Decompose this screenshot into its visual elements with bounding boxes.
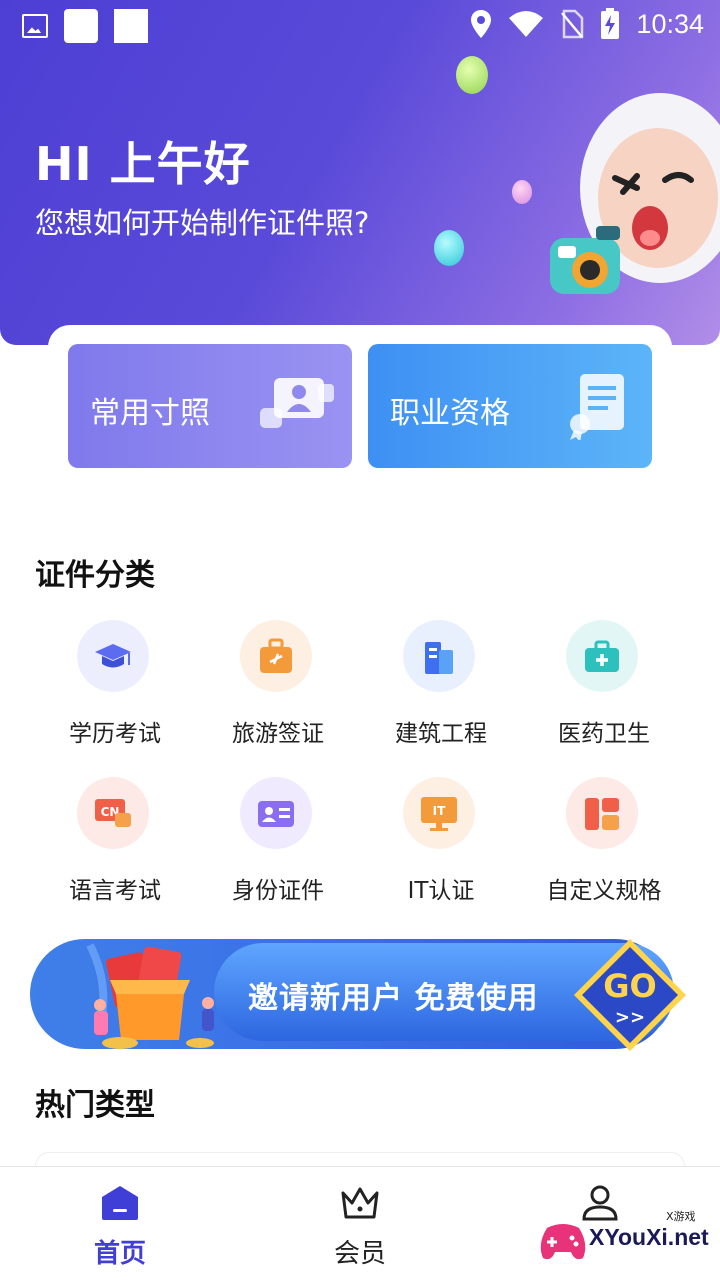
no-sim-icon [561, 9, 584, 39]
common-size-photo-card[interactable]: 常用寸照 [68, 344, 352, 468]
banner-text: 邀请新用户 免费使用 [248, 981, 539, 1016]
category-medical[interactable]: 医药卫生 [534, 620, 674, 748]
building-icon [425, 642, 453, 674]
travel-bag-icon [260, 638, 292, 673]
language-cn-icon: CN [95, 799, 131, 827]
app-notification-icon [64, 9, 98, 43]
category-label: 身份证件 [232, 878, 324, 904]
nav-label: 会员 [333, 1239, 386, 1269]
nav-home[interactable]: 首页 [60, 1185, 180, 1270]
category-label: 建筑工程 [395, 721, 487, 747]
decor-bubble-green [456, 56, 488, 94]
go-label: GO [603, 967, 656, 1005]
category-travel-visa[interactable]: 旅游签证 [208, 620, 348, 748]
hot-section-title: 热门类型 [35, 1088, 155, 1123]
bottom-nav: 首页 会员 XYouXi.net X游戏 [0, 1166, 720, 1280]
graduation-cap-icon [95, 644, 131, 668]
wifi-icon [509, 11, 544, 37]
it-monitor-icon: IT [421, 797, 457, 831]
decor-bubble-pink [512, 180, 532, 204]
category-construction[interactable]: 建筑工程 [371, 620, 511, 748]
home-icon [102, 1186, 138, 1220]
app-notification-icon-2 [114, 9, 148, 43]
nav-label: 首页 [93, 1239, 146, 1269]
category-education-exam[interactable]: 学历考试 [45, 620, 185, 748]
decor-bubble-cyan [434, 230, 464, 266]
header-banner: HI 上午好 您想如何开始制作证件照? [0, 0, 720, 345]
mascot-astronaut-icon [550, 93, 720, 294]
portrait-photo-icon [260, 378, 334, 428]
id-card-icon [258, 801, 294, 827]
category-language-exam[interactable]: CN 语言考试 [45, 777, 185, 905]
status-time: 10:34 [636, 8, 704, 39]
gift-box-illustration-icon [86, 943, 214, 1049]
status-bar: 10:34 [0, 0, 720, 50]
greeting-title: HI 上午好 [35, 137, 251, 191]
category-section-title: 证件分类 [35, 558, 155, 593]
watermark-text: XYouXi.net [589, 1224, 709, 1250]
category-label: 学历考试 [69, 721, 161, 747]
card-label: 常用寸照 [90, 396, 210, 431]
category-label: IT认证 [407, 878, 475, 904]
certificate-icon [570, 374, 624, 440]
nav-membership[interactable]: 会员 [300, 1185, 420, 1270]
gamepad-logo-icon [540, 1224, 586, 1260]
professional-qualification-card[interactable]: 职业资格 [368, 344, 652, 468]
greeting-subtitle: 您想如何开始制作证件照? [35, 206, 370, 240]
go-arrows: >> [615, 1007, 645, 1028]
crown-icon [341, 1187, 379, 1219]
category-label: 医药卫生 [558, 721, 650, 747]
medical-kit-icon [585, 640, 619, 672]
category-label: 旅游签证 [232, 721, 324, 747]
gallery-notification-icon [22, 14, 48, 38]
location-icon [471, 10, 492, 38]
category-label: 自定义规格 [546, 878, 662, 904]
svg-text:IT: IT [433, 804, 446, 818]
category-it-certification[interactable]: IT IT认证 [371, 777, 511, 905]
invite-banner[interactable]: 邀请新用户 免费使用 GO >> [30, 925, 690, 1055]
go-button-icon[interactable]: GO >> [570, 935, 690, 1055]
category-id-document[interactable]: 身份证件 [208, 777, 348, 905]
card-label: 职业资格 [390, 396, 510, 431]
watermark-small-text: X游戏 [666, 1210, 696, 1223]
custom-layout-icon [585, 798, 619, 830]
watermark: XYouXi.net X游戏 [539, 1210, 714, 1270]
category-label: 语言考试 [69, 878, 161, 904]
category-custom-size[interactable]: 自定义规格 [534, 777, 674, 905]
battery-charging-icon [601, 8, 620, 39]
